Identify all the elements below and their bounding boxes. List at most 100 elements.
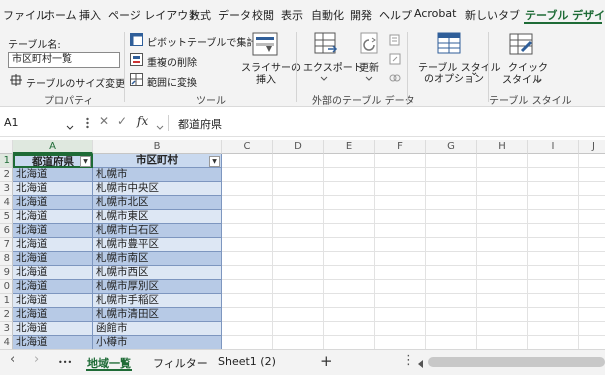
row-header[interactable]: 3 xyxy=(0,322,13,336)
tab-acrobat[interactable]: Acrobat xyxy=(414,7,456,20)
cancel-icon[interactable]: ✕ xyxy=(99,114,109,128)
filter-dropdown-icon[interactable]: ▼ xyxy=(80,156,91,167)
pivot-summary-button[interactable]: ピボットテーブルで集計 xyxy=(147,34,256,49)
column-header-e[interactable]: E xyxy=(324,140,375,154)
table-cell[interactable]: 北海道 xyxy=(13,322,93,336)
table-cell[interactable]: 北海道 xyxy=(13,308,93,322)
more-sheets-icon[interactable]: ••• xyxy=(58,358,72,367)
tab-review[interactable]: 校閲 xyxy=(252,7,274,23)
table-cell[interactable]: 北海道 xyxy=(13,168,93,182)
row-header[interactable]: 0 xyxy=(0,280,13,294)
table-cell[interactable]: 札幌市白石区 xyxy=(93,224,222,238)
table-cell[interactable]: 札幌市中央区 xyxy=(93,182,222,196)
tab-table-design[interactable]: テーブル デザイン xyxy=(525,7,605,23)
convert-to-range-button[interactable]: 範囲に変換 xyxy=(147,74,197,89)
gridline xyxy=(222,265,605,266)
table-cell[interactable]: 札幌市豊平区 xyxy=(93,238,222,252)
tab-page-layout[interactable]: ページ レイアウト xyxy=(108,7,199,23)
tab-formulas[interactable]: 数式 xyxy=(189,7,211,23)
tab-insert[interactable]: 挿入 xyxy=(79,7,101,23)
table-name-input[interactable]: 市区町村一覧 xyxy=(8,52,120,68)
row-header[interactable]: 4 xyxy=(0,196,13,210)
horizontal-scrollbar[interactable] xyxy=(428,357,605,367)
row-header[interactable]: 2 xyxy=(0,168,13,182)
row-header[interactable]: 2 xyxy=(0,308,13,322)
column-header-c[interactable]: C xyxy=(222,140,273,154)
tab-developer[interactable]: 開発 xyxy=(350,7,372,23)
more-options-icon[interactable] xyxy=(86,117,89,132)
tab-new-tab[interactable]: 新しいタブ xyxy=(465,7,520,23)
row-header[interactable]: 5 xyxy=(0,210,13,224)
table-cell[interactable]: 北海道 xyxy=(13,266,93,280)
table-cell[interactable]: 北海道 xyxy=(13,182,93,196)
select-all-corner[interactable] xyxy=(0,140,13,154)
function-chevron-icon[interactable] xyxy=(156,121,164,134)
tab-automate[interactable]: 自動化 xyxy=(311,7,344,23)
column-header-g[interactable]: G xyxy=(426,140,477,154)
worksheet-grid[interactable]: A B C D E F G H I J 1 2 3 4 5 6 7 8 9 0 … xyxy=(0,140,605,349)
tab-file[interactable]: ファイル xyxy=(3,7,47,23)
sheet-tab-filter[interactable]: フィルター xyxy=(153,355,208,371)
row-header[interactable]: 3 xyxy=(0,182,13,196)
tab-home[interactable]: ホーム xyxy=(44,7,77,23)
column-header-j[interactable]: J xyxy=(579,140,605,154)
scroll-left-icon[interactable] xyxy=(418,358,424,371)
properties-small-icon[interactable] xyxy=(389,34,401,49)
table-style-options-chevron-icon[interactable]: ⌄ xyxy=(470,67,478,78)
sheet-options-icon[interactable]: ⋮ xyxy=(402,353,415,368)
column-header-d[interactable]: D xyxy=(273,140,324,154)
row-header[interactable]: 4 xyxy=(0,336,13,349)
tab-view[interactable]: 表示 xyxy=(281,7,303,23)
table-cell[interactable]: 札幌市清田区 xyxy=(93,308,222,322)
tab-data[interactable]: データ xyxy=(218,7,251,23)
export-button[interactable]: エクスポート xyxy=(303,59,363,74)
unlink-icon[interactable] xyxy=(389,72,401,87)
table-cell[interactable]: 札幌市手稲区 xyxy=(93,294,222,308)
table-cell[interactable]: 北海道 xyxy=(13,238,93,252)
column-header-h[interactable]: H xyxy=(477,140,528,154)
table-cell[interactable]: 北海道 xyxy=(13,224,93,238)
filter-dropdown-icon[interactable]: ▼ xyxy=(209,156,220,167)
remove-duplicates-button[interactable]: 重複の削除 xyxy=(147,54,197,69)
table-cell[interactable]: 札幌市北区 xyxy=(93,196,222,210)
gridline xyxy=(222,321,605,322)
gridline xyxy=(222,237,605,238)
resize-table-button[interactable]: テーブルのサイズ変更 xyxy=(26,75,125,90)
column-header-b[interactable]: B xyxy=(93,140,222,154)
column-header-f[interactable]: F xyxy=(375,140,426,154)
enter-icon[interactable]: ✓ xyxy=(117,114,127,128)
sheet-tab-sheet1-2[interactable]: Sheet1 (2) xyxy=(218,355,276,368)
insert-slicer-label-2[interactable]: 挿入 xyxy=(256,71,276,86)
row-header[interactable]: 1 xyxy=(0,154,13,168)
table-cell[interactable]: 北海道 xyxy=(13,280,93,294)
prev-sheet-icon[interactable]: ‹ xyxy=(10,352,15,367)
table-cell[interactable]: 北海道 xyxy=(13,252,93,266)
column-header-a[interactable]: A xyxy=(13,140,93,154)
open-in-browser-icon[interactable] xyxy=(389,53,401,68)
column-header-i[interactable]: I xyxy=(528,140,579,154)
table-cell[interactable]: 札幌市西区 xyxy=(93,266,222,280)
quick-styles-chevron-icon[interactable] xyxy=(534,74,542,87)
formula-input[interactable]: 都道府県 xyxy=(178,116,222,132)
row-header[interactable]: 6 xyxy=(0,224,13,238)
add-sheet-icon[interactable]: + xyxy=(320,352,333,370)
table-cell[interactable]: 札幌市東区 xyxy=(93,210,222,224)
table-header-municipality[interactable]: 市区町村 xyxy=(93,154,222,168)
table-cell[interactable]: 小樽市 xyxy=(93,336,222,349)
table-cell[interactable]: 北海道 xyxy=(13,294,93,308)
row-header[interactable]: 8 xyxy=(0,252,13,266)
table-cell[interactable]: 函館市 xyxy=(93,322,222,336)
next-sheet-icon[interactable]: › xyxy=(34,352,39,367)
table-cell[interactable]: 札幌市厚別区 xyxy=(93,280,222,294)
table-cell[interactable]: 北海道 xyxy=(13,196,93,210)
table-cell[interactable]: 札幌市南区 xyxy=(93,252,222,266)
row-header[interactable]: 7 xyxy=(0,238,13,252)
name-box-chevron-icon[interactable] xyxy=(66,121,74,134)
table-cell[interactable]: 札幌市 xyxy=(93,168,222,182)
row-header[interactable]: 1 xyxy=(0,294,13,308)
table-cell[interactable]: 北海道 xyxy=(13,336,93,349)
insert-function-icon[interactable]: fx xyxy=(137,114,148,128)
tab-help[interactable]: ヘルプ xyxy=(379,7,412,23)
row-header[interactable]: 9 xyxy=(0,266,13,280)
table-cell[interactable]: 北海道 xyxy=(13,210,93,224)
